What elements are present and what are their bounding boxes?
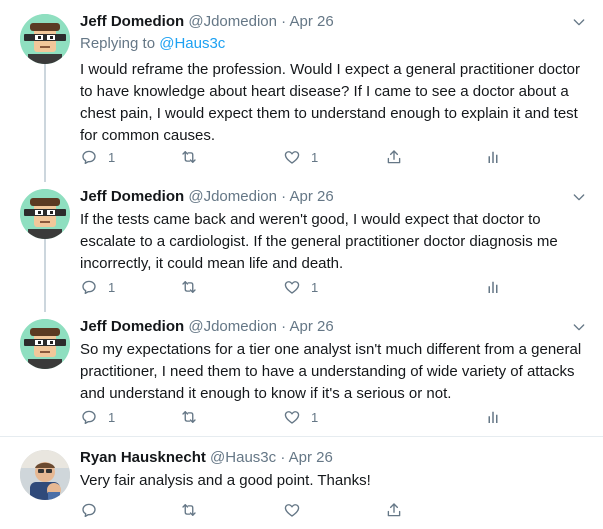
- chevron-down-icon[interactable]: [571, 189, 587, 205]
- tweet-date[interactable]: Apr 26: [289, 449, 333, 466]
- like-count: 1: [311, 149, 319, 165]
- retweet-button[interactable]: [180, 407, 208, 427]
- tweet-actions: 1 1: [80, 147, 585, 167]
- analytics-button[interactable]: [484, 147, 502, 167]
- author-handle[interactable]: @Jdomedion: [188, 13, 277, 30]
- thread-line: [44, 64, 46, 182]
- avatar[interactable]: [20, 450, 70, 500]
- retweet-icon: [180, 501, 198, 519]
- heart-icon: [283, 408, 301, 426]
- reply-button[interactable]: 1: [80, 407, 115, 427]
- like-count: 1: [311, 279, 319, 295]
- tweet-text: If the tests came back and weren't good,…: [80, 211, 558, 272]
- author-handle[interactable]: @Haus3c: [210, 449, 276, 466]
- reply-icon: [80, 278, 98, 296]
- analytics-button[interactable]: [484, 277, 502, 297]
- tweet-date[interactable]: Apr 26: [289, 188, 333, 205]
- tweet-actions: [80, 500, 585, 520]
- avatar[interactable]: [20, 189, 70, 239]
- author-name[interactable]: Jeff Domedion: [80, 13, 184, 30]
- reply-count: 1: [108, 279, 116, 295]
- retweet-button[interactable]: [180, 277, 208, 297]
- avatar[interactable]: [20, 14, 70, 64]
- tweet-text: So my expectations for a tier one analys…: [80, 341, 582, 402]
- separator: ·: [280, 449, 286, 466]
- share-button[interactable]: [385, 500, 403, 520]
- reply-button[interactable]: 1: [80, 147, 115, 167]
- reply-button[interactable]: [80, 500, 108, 520]
- retweet-icon: [180, 408, 198, 426]
- analytics-button[interactable]: [484, 407, 502, 427]
- retweet-icon: [180, 278, 198, 296]
- separator: ·: [281, 318, 287, 335]
- like-button[interactable]: 1: [283, 277, 318, 297]
- separator: ·: [281, 188, 287, 205]
- like-button[interactable]: 1: [283, 147, 318, 167]
- author-name[interactable]: Jeff Domedion: [80, 318, 184, 335]
- reply-icon: [80, 408, 98, 426]
- heart-icon: [283, 278, 301, 296]
- replying-to-handle[interactable]: @Haus3c: [159, 35, 225, 52]
- replying-to-label: Replying to: [80, 35, 160, 52]
- reply-count: 1: [108, 409, 116, 425]
- retweet-icon: [180, 148, 198, 166]
- reply-icon: [80, 148, 98, 166]
- share-icon: [385, 148, 403, 166]
- avatar[interactable]: [20, 319, 70, 369]
- like-button[interactable]: [283, 500, 311, 520]
- retweet-button[interactable]: [180, 147, 208, 167]
- analytics-icon: [484, 278, 502, 296]
- chevron-down-icon[interactable]: [571, 319, 587, 335]
- reply-button[interactable]: 1: [80, 277, 115, 297]
- reply-icon: [80, 501, 98, 519]
- tweet-text: Very fair analysis and a good point. Tha…: [80, 472, 371, 489]
- reply-count: 1: [108, 149, 116, 165]
- tweet-date[interactable]: Apr 26: [289, 318, 333, 335]
- replying-to: Replying to @Haus3c: [80, 34, 225, 54]
- analytics-icon: [484, 148, 502, 166]
- analytics-icon: [484, 408, 502, 426]
- tweet-actions: 1 1: [80, 407, 585, 427]
- tweet-text: I would reframe the profession. Would I …: [80, 61, 580, 144]
- like-button[interactable]: 1: [283, 407, 318, 427]
- heart-icon: [283, 148, 301, 166]
- heart-icon: [283, 501, 301, 519]
- tweet-date[interactable]: Apr 26: [289, 13, 333, 30]
- retweet-button[interactable]: [180, 500, 208, 520]
- author-name[interactable]: Jeff Domedion: [80, 188, 184, 205]
- tweet-actions: 1 1: [80, 277, 585, 297]
- separator: ·: [281, 13, 287, 30]
- author-handle[interactable]: @Jdomedion: [188, 318, 277, 335]
- share-icon: [385, 501, 403, 519]
- share-button[interactable]: [385, 147, 403, 167]
- author-name[interactable]: Ryan Hausknecht: [80, 449, 206, 466]
- thread-line: [44, 234, 46, 312]
- chevron-down-icon[interactable]: [571, 14, 587, 30]
- divider: [0, 436, 603, 437]
- like-count: 1: [311, 409, 319, 425]
- author-handle[interactable]: @Jdomedion: [188, 188, 277, 205]
